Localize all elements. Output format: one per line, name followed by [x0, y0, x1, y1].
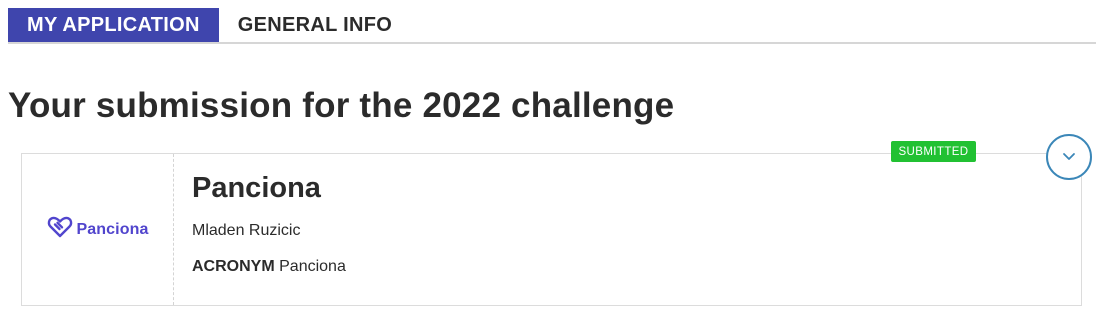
page-title: Your submission for the 2022 challenge — [8, 86, 675, 125]
project-owner: Mladen Ruzicic — [192, 222, 301, 239]
project-acronym: ACRONYM Panciona — [192, 258, 346, 276]
logo-text: Panciona — [76, 220, 149, 238]
page: MY APPLICATION GENERAL INFO Your submiss… — [0, 0, 1109, 324]
handshake-heart-icon — [47, 215, 73, 244]
project-name: Panciona — [192, 172, 321, 204]
project-logo: Panciona — [47, 215, 149, 244]
acronym-label: ACRONYM — [192, 258, 275, 275]
tab-general-info[interactable]: GENERAL INFO — [219, 8, 411, 42]
acronym-value: Panciona — [279, 258, 346, 275]
tab-my-application[interactable]: MY APPLICATION — [8, 8, 219, 42]
status-badge: SUBMITTED — [891, 141, 976, 162]
expand-button[interactable] — [1046, 134, 1092, 180]
logo-cell: Panciona — [22, 154, 174, 305]
chevron-down-icon — [1062, 148, 1076, 166]
submission-card: Panciona Panciona Mladen Ruzicic ACRONYM… — [21, 153, 1082, 306]
tab-bar: MY APPLICATION GENERAL INFO — [8, 8, 1096, 44]
